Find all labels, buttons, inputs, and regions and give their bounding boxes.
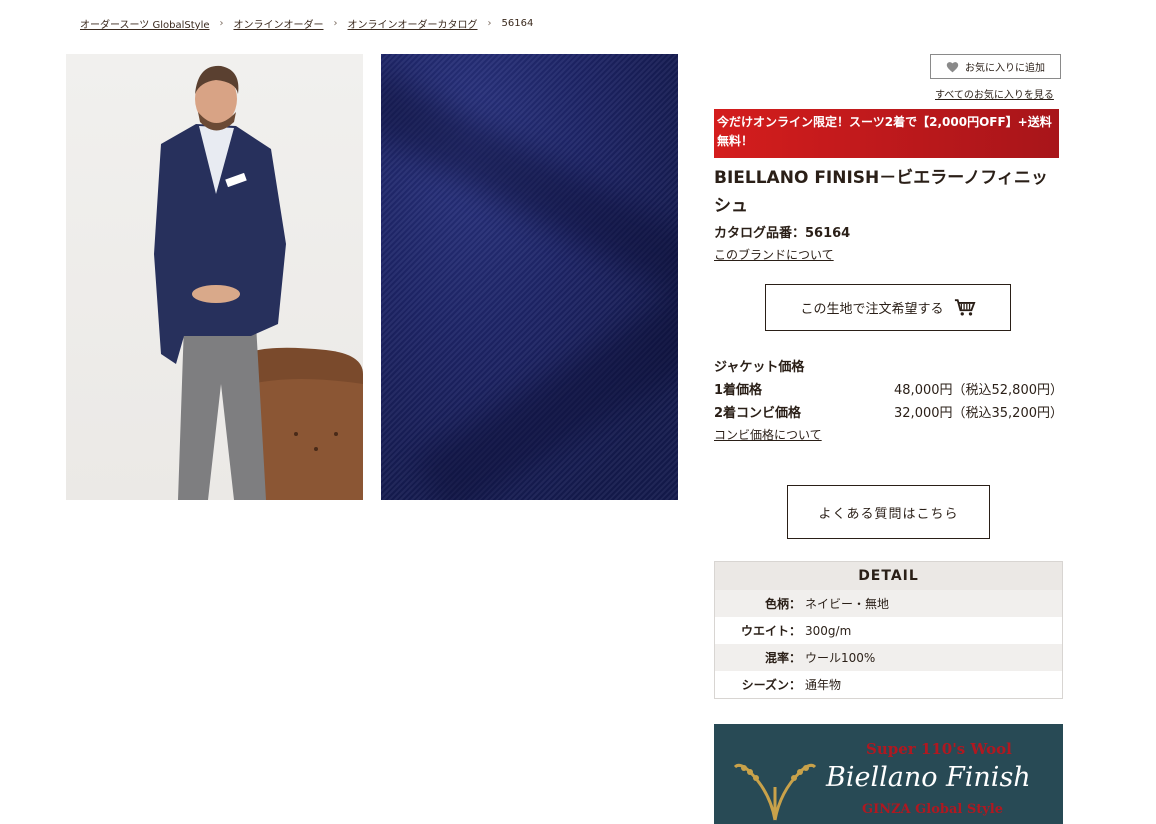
detail-rows: 色柄： ネイビー・無地 ウエイト： 300g/m 混率： ウール100% シーズ… <box>715 590 1062 698</box>
add-favorite-label: お気に入りに追加 <box>965 63 1045 74</box>
faq-button[interactable]: よくある質問はこちら <box>787 485 990 539</box>
fabric-fold-shadow <box>411 258 678 500</box>
detail-heading: DETAIL <box>715 562 1062 590</box>
detail-value: 通年物 <box>805 678 842 692</box>
fabric-photo[interactable] <box>381 54 678 500</box>
detail-key: 色柄： <box>764 597 801 611</box>
detail-key: シーズン： <box>741 678 801 692</box>
breadcrumb-separator: › <box>487 18 492 29</box>
detail-row-weight: ウエイト： 300g/m <box>715 617 1062 644</box>
price-label: 2着コンビ価格 <box>714 406 802 421</box>
detail-value: ウール100% <box>805 651 876 665</box>
detail-value: ネイビー・無地 <box>805 597 890 611</box>
fabric-fold-shadow <box>381 68 678 300</box>
banner-sub-text: GINZA Global Style <box>862 802 1004 817</box>
breadcrumb-separator: › <box>219 18 224 29</box>
promo-banner[interactable]: 今だけオンライン限定！スーツ2着で【2,000円OFF】+送料無料！ <box>714 109 1059 158</box>
brand-banner[interactable]: Super 110's Wool Biellano Finish GINZA G… <box>714 724 1063 824</box>
catalog-number: カタログ品番：56164 <box>714 226 851 241</box>
breadcrumb-home[interactable]: オーダースーツ GlobalStyle <box>80 16 210 31</box>
detail-table: DETAIL 色柄： ネイビー・無地 ウエイト： 300g/m 混率： ウール1… <box>714 561 1063 699</box>
price-row-combi: 2着コンビ価格 32,000円（税込35,200円） <box>714 402 1063 421</box>
banner-main-text: Biellano Finish <box>826 762 1031 793</box>
model-photo[interactable] <box>66 54 363 500</box>
price-value: 32,000円（税込35,200円） <box>894 406 1063 421</box>
price-label: 1着価格 <box>714 383 763 398</box>
wheat-logo-icon <box>733 763 817 821</box>
breadcrumb-catalog[interactable]: オンラインオーダーカタログ <box>348 16 478 31</box>
detail-key: ウエイト： <box>740 624 801 638</box>
breadcrumb-current: 56164 <box>501 18 534 29</box>
order-request-label: この生地で注文希望する <box>800 302 944 317</box>
cart-icon <box>954 299 975 316</box>
price-row-single: 1着価格 48,000円（税込52,800円） <box>714 379 1063 398</box>
view-all-favorites-link[interactable]: すべてのお気に入りを見る <box>935 86 1054 101</box>
detail-row-season: シーズン： 通年物 <box>715 671 1062 698</box>
product-title: BIELLANO FINISH－ビエラーノフィニッシュ <box>714 168 1048 216</box>
breadcrumb-online-order[interactable]: オンラインオーダー <box>234 16 324 31</box>
detail-value: 300g/m <box>805 623 852 638</box>
order-request-button[interactable]: この生地で注文希望する <box>765 284 1011 331</box>
price-value: 48,000円（税込52,800円） <box>894 383 1063 398</box>
heart-icon <box>946 61 959 72</box>
brand-info-link[interactable]: このブランドについて <box>714 246 834 263</box>
jacket-price-heading: ジャケット価格 <box>714 360 805 375</box>
banner-top-text: Super 110's Wool <box>866 740 1012 758</box>
detail-key: 混率： <box>764 651 801 665</box>
detail-row-pattern: 色柄： ネイビー・無地 <box>715 590 1062 617</box>
detail-row-composition: 混率： ウール100% <box>715 644 1062 671</box>
combi-price-link[interactable]: コンビ価格について <box>714 426 822 443</box>
add-favorite-button[interactable]: お気に入りに追加 <box>930 54 1061 79</box>
breadcrumb-separator: › <box>333 18 338 29</box>
breadcrumb: オーダースーツ GlobalStyle › オンラインオーダー › オンラインオ… <box>80 16 533 31</box>
model-illustration <box>154 65 363 500</box>
